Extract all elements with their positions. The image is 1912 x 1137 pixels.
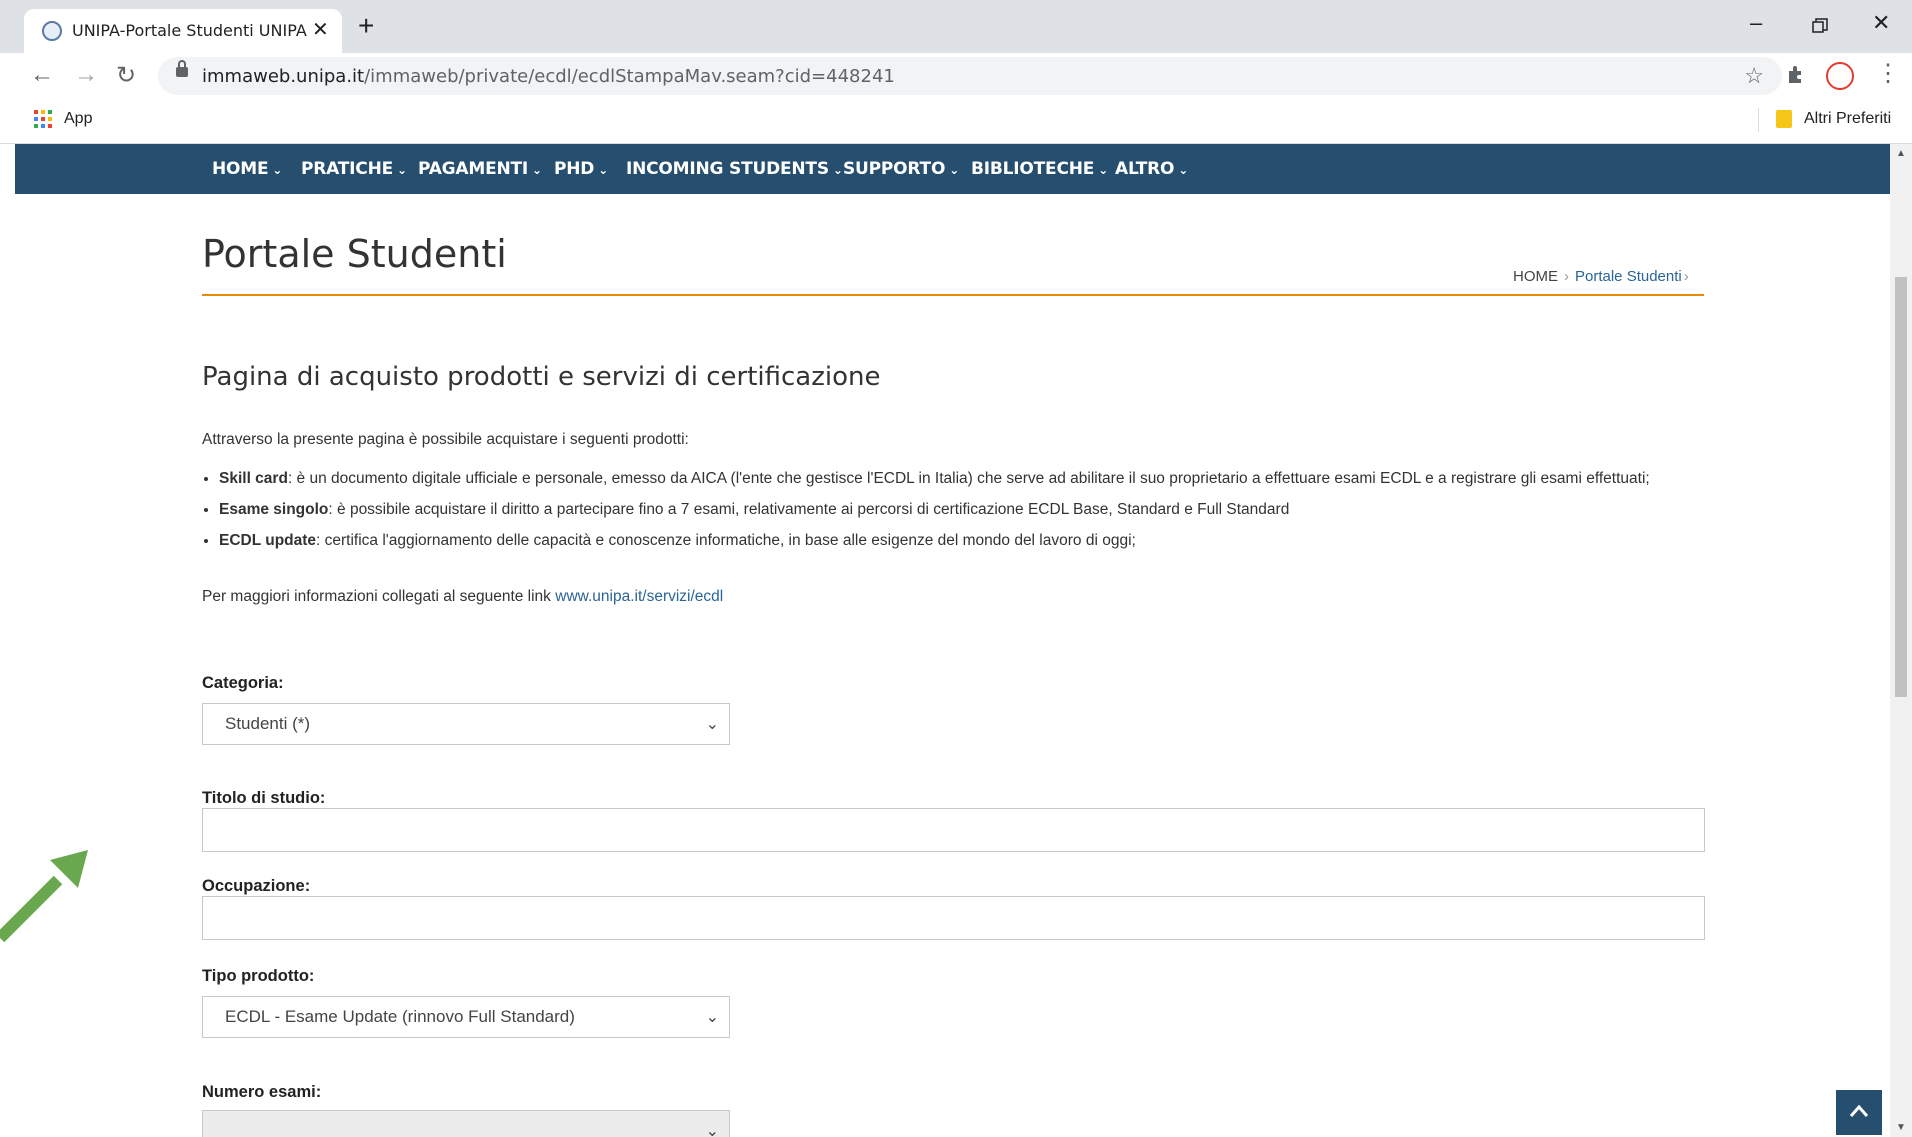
bookmark-star-icon[interactable]: ☆ [1744, 63, 1764, 89]
restore-icon[interactable] [1812, 14, 1828, 40]
list-item: Skill card: è un documento digitale uffi… [219, 467, 1719, 490]
titolo-input[interactable] [202, 808, 1705, 852]
bookmarks-separator [1758, 108, 1759, 132]
nav-home[interactable]: HOME ⌄ [212, 159, 282, 179]
url-text: immaweb.unipa.it/immaweb/private/ecdl/ec… [202, 66, 895, 87]
breadcrumb-home[interactable]: HOME [1513, 268, 1558, 285]
breadcrumb-current[interactable]: Portale Studenti [1575, 268, 1682, 285]
categoria-value: Studenti (*) [225, 714, 311, 733]
tipo-prodotto-label: Tipo prodotto: [202, 967, 315, 985]
chevron-down-icon: ⌄ [705, 1123, 719, 1137]
chevron-down-icon: ⌄ [949, 163, 960, 177]
nav-pratiche-label: PRATICHE [301, 159, 394, 179]
nav-altro[interactable]: ALTRO ⌄ [1115, 159, 1188, 179]
list-item-term: Esame singolo [219, 501, 329, 518]
list-item: Esame singolo: è possibile acquistare il… [219, 498, 1719, 521]
nav-supporto[interactable]: SUPPORTO ⌄ [843, 159, 959, 179]
breadcrumb-separator: › [1683, 268, 1689, 285]
categoria-label: Categoria: [202, 674, 284, 692]
nav-phd-label: PHD [554, 159, 595, 179]
chevron-down-icon: ⌄ [1098, 163, 1109, 177]
list-item-term: Skill card [219, 470, 288, 487]
page-title: Portale Studenti [202, 232, 507, 276]
numero-esami-select[interactable]: ⌄ [202, 1110, 730, 1137]
chevron-down-icon: ⌄ [705, 716, 719, 733]
apps-grid-icon[interactable] [34, 110, 52, 128]
apps-label[interactable]: App [64, 110, 92, 128]
close-tab-icon[interactable]: ✕ [312, 17, 329, 42]
more-info-text: Per maggiori informazioni collegati al s… [202, 588, 556, 605]
browser-toolbar: ← → ↻ immaweb.unipa.it/immaweb/private/e… [0, 53, 1912, 100]
nav-pagamenti[interactable]: PAGAMENTI ⌄ [418, 159, 542, 179]
close-window-icon[interactable]: ✕ [1872, 10, 1890, 36]
chevron-down-icon: ⌄ [272, 163, 283, 177]
list-item: ECDL update: certifica l'aggiornamento d… [219, 529, 1719, 552]
chevron-up-icon [1849, 1104, 1869, 1117]
reload-icon[interactable]: ↻ [116, 61, 136, 90]
chevron-down-icon: ⌄ [1178, 163, 1189, 177]
nav-incoming-students[interactable]: INCOMING STUDENTS ⌄ [626, 159, 843, 179]
occupazione-label: Occupazione: [202, 877, 311, 895]
chevron-down-icon: ⌄ [598, 163, 609, 177]
intro-text: Attraverso la presente pagina è possibil… [202, 431, 689, 448]
list-item-text: : certifica l'aggiornamento delle capaci… [316, 532, 1136, 549]
chevron-down-icon: ⌄ [705, 1009, 719, 1026]
section-title: Pagina di acquisto prodotti e servizi di… [202, 362, 881, 392]
product-list: Skill card: è un documento digitale uffi… [202, 467, 1719, 560]
chevron-down-icon: ⌄ [397, 163, 407, 177]
new-tab-icon[interactable]: + [358, 12, 374, 40]
address-bar[interactable]: immaweb.unipa.it/immaweb/private/ecdl/ec… [158, 57, 1782, 95]
ecdl-link[interactable]: www.unipa.it/servizi/ecdl [555, 588, 723, 605]
chevron-down-icon: ⌄ [832, 163, 843, 177]
tipo-prodotto-select[interactable]: ECDL - Esame Update (rinnovo Full Standa… [202, 996, 730, 1038]
nav-altro-label: ALTRO [1115, 159, 1175, 179]
annotation-arrow-icon [0, 850, 92, 947]
nav-home-label: HOME [212, 159, 269, 179]
lock-icon [176, 60, 188, 77]
globe-icon [42, 21, 62, 41]
titolo-label: Titolo di studio: [202, 789, 326, 807]
tipo-prodotto-value: ECDL - Esame Update (rinnovo Full Standa… [225, 1007, 575, 1026]
more-info: Per maggiori informazioni collegati al s… [202, 588, 723, 606]
categoria-select[interactable]: Studenti (*) ⌄ [202, 703, 730, 745]
scroll-thumb[interactable] [1895, 277, 1907, 697]
main-nav: HOME ⌄ PRATICHE ⌄ PAGAMENTI ⌄ PHD ⌄ INCOMING… [15, 144, 1890, 194]
nav-biblioteche[interactable]: BIBLIOTECHE ⌄ [971, 159, 1108, 179]
title-divider [202, 294, 1704, 296]
occupazione-input[interactable] [202, 896, 1705, 940]
nav-phd[interactable]: PHD ⌄ [554, 159, 608, 179]
extensions-icon[interactable] [1786, 63, 1808, 91]
forward-icon[interactable]: → [74, 61, 98, 89]
nav-biblioteche-label: BIBLIOTECHE [971, 159, 1095, 179]
back-icon[interactable]: ← [30, 61, 54, 89]
tab-title: UNIPA-Portale Studenti UNIPA [72, 21, 307, 40]
scroll-up-icon[interactable]: ▲ [1896, 148, 1906, 159]
nav-pagamenti-label: PAGAMENTI [418, 159, 529, 179]
nav-supporto-label: SUPPORTO [843, 159, 946, 179]
chevron-down-icon: ⌄ [532, 163, 542, 177]
page-viewport: HOME ⌄ PRATICHE ⌄ PAGAMENTI ⌄ PHD ⌄ INCOMING… [15, 144, 1890, 1137]
numero-esami-label: Numero esami: [202, 1083, 322, 1101]
folder-icon [1776, 110, 1792, 128]
url-host: immaweb.unipa.it [202, 66, 365, 87]
scroll-down-icon[interactable]: ▼ [1896, 1122, 1906, 1133]
more-menu-icon[interactable]: ⋮ [1876, 59, 1900, 88]
bookmarks-bar: App Altri Preferiti [0, 100, 1912, 144]
breadcrumb: HOME › Portale Studenti › [1513, 268, 1689, 285]
page-scrollbar[interactable]: ▲ ▼ [1890, 144, 1912, 1137]
url-path: /immaweb/private/ecdl/ecdlStampaMav.seam… [364, 66, 895, 87]
nav-pratiche[interactable]: PRATICHE ⌄ [301, 159, 407, 179]
profile-avatar[interactable] [1826, 62, 1854, 90]
nav-incoming-label: INCOMING STUDENTS [626, 159, 829, 179]
breadcrumb-separator: › [1564, 268, 1569, 285]
tab-strip: UNIPA-Portale Studenti UNIPA ✕ + – ✕ [0, 0, 1912, 53]
list-item-term: ECDL update [219, 532, 317, 549]
list-item-text: : è un documento digitale ufficiale e pe… [287, 470, 1650, 487]
browser-tab[interactable]: UNIPA-Portale Studenti UNIPA ✕ [24, 9, 342, 53]
other-bookmarks[interactable]: Altri Preferiti [1804, 110, 1891, 128]
list-item-text: : è possibile acquistare il diritto a pa… [328, 501, 1290, 518]
back-to-top-button[interactable] [1836, 1090, 1882, 1135]
minimize-icon[interactable]: – [1750, 10, 1762, 36]
